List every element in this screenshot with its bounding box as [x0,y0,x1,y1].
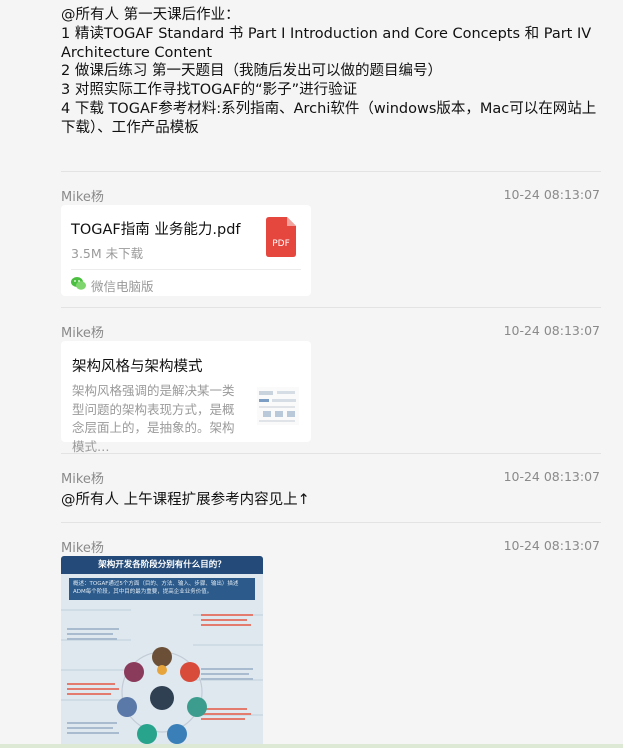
pdf-icon-label: PDF [272,239,290,249]
message-time: 10-24 08:13:07 [503,323,600,338]
sender-name: Mike杨 [61,541,104,556]
homework-message: @所有人 第一天课后作业： 1 精读TOGAF Standard 书 Part … [61,6,601,138]
poster-title: 架构开发各阶段分别有什么目的？ [61,556,263,574]
sender-name: Mike杨 [61,472,104,487]
sender-name: Mike杨 [61,326,104,341]
link-thumbnail [257,387,299,425]
pdf-icon: PDF [266,217,296,257]
image-message[interactable]: 架构开发各阶段分别有什么目的？ 概述：TOGAF通过5个方面（目的、方法、输入、… [61,556,263,748]
bottom-bar [0,744,623,748]
message-divider [61,453,601,454]
file-size: 3.5M 未下载 [71,246,144,261]
message-divider [61,307,601,308]
message-time: 10-24 08:13:07 [503,469,600,484]
message-line: 4 下载 TOGAF参考材料:系列指南、Archi软件（windows版本，Ma… [61,100,597,136]
message-divider [61,171,601,172]
message-time: 10-24 08:13:07 [503,538,600,553]
link-card[interactable]: 架构风格与架构模式 架构风格强调的是解决某一类型问题的架构表现方式，是概念层面上… [61,341,311,454]
message-line: 3 对照实际工作寻找TOGAF的“影子”进行验证 [61,82,358,99]
poster-intro: 概述：TOGAF通过5个方面（目的、方法、输入、步骤、输出）描述ADM每个阶段，… [69,578,255,600]
adm-cycle-diagram [61,609,263,744]
message-time: 10-24 08:13:07 [503,187,600,202]
message-line: 1 精读TOGAF Standard 书 Part I Introduction… [61,25,592,61]
message-line: @所有人 第一天课后作业： [61,7,240,23]
file-card[interactable]: TOGAF指南 业务能力.pdf 3.5M 未下载 PDF 微信电脑版 [61,205,311,296]
link-description: 架构风格强调的是解决某一类型问题的架构表现方式，是概念层面上的，是抽象的。架构模… [72,383,235,454]
file-name: TOGAF指南 业务能力.pdf [71,222,241,238]
message-divider [61,522,601,523]
text-message: @所有人 上午课程扩展参考内容见上↑ [61,492,310,508]
source-label: 微信电脑版 [91,279,154,294]
message-line: 2 做课后练习 第一天题目（我随后发出可以做的题目编号） [61,63,442,80]
wechat-icon [71,277,86,290]
link-title: 架构风格与架构模式 [72,359,203,375]
card-divider [71,269,301,270]
sender-name: Mike杨 [61,190,104,205]
